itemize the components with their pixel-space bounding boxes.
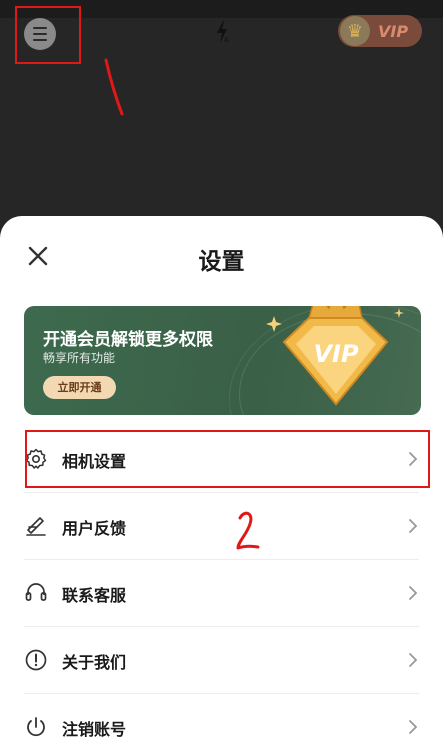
menu-item-customer-service[interactable]: 联系客服 xyxy=(24,560,419,627)
chevron-right-icon xyxy=(409,653,418,667)
power-icon xyxy=(27,717,45,737)
menu-item-label: 关于我们 xyxy=(62,653,127,672)
menu-item-delete-account[interactable]: 注销账号 xyxy=(24,694,419,750)
chevron-right-icon xyxy=(409,720,418,734)
open-vip-button[interactable]: 立即开通 xyxy=(43,376,116,399)
vip-promo-banner[interactable]: 开通会员解锁更多权限 畅享所有功能 立即开通 VIP xyxy=(24,306,421,415)
menu-item-about-us[interactable]: 关于我们 xyxy=(24,627,419,694)
annotation-box-camera-settings xyxy=(25,430,430,488)
menu-item-label: 注销账号 xyxy=(62,720,127,739)
flash-auto-icon[interactable]: A xyxy=(214,20,230,44)
vip-subtitle: 畅享所有功能 xyxy=(43,351,116,365)
menu-item-feedback[interactable]: 用户反馈 xyxy=(24,493,419,560)
annotation-mark-2 xyxy=(236,511,260,550)
menu-item-label: 联系客服 xyxy=(62,586,127,605)
sheet-header: 设置 xyxy=(0,216,443,298)
annotation-mark-1 xyxy=(104,58,124,116)
menu-item-label: 用户反馈 xyxy=(62,519,127,538)
chevron-right-icon xyxy=(409,519,418,533)
vip-entry-label: VIP xyxy=(378,21,409,41)
crown-icon: ♛ xyxy=(340,16,370,46)
vip-headline: 开通会员解锁更多权限 xyxy=(43,330,213,350)
vip-diamond-crown-icon: VIP xyxy=(266,306,404,406)
svg-text:A: A xyxy=(224,36,229,44)
sheet-title: 设置 xyxy=(198,249,245,275)
vip-entry-button[interactable]: ♛ VIP xyxy=(338,15,422,47)
annotation-box-menu xyxy=(15,6,81,64)
vip-badge-text: VIP xyxy=(313,340,359,368)
feedback-pen-icon xyxy=(26,517,46,536)
info-exclamation-icon xyxy=(25,649,47,671)
chevron-right-icon xyxy=(409,586,418,600)
headset-icon xyxy=(25,583,47,601)
